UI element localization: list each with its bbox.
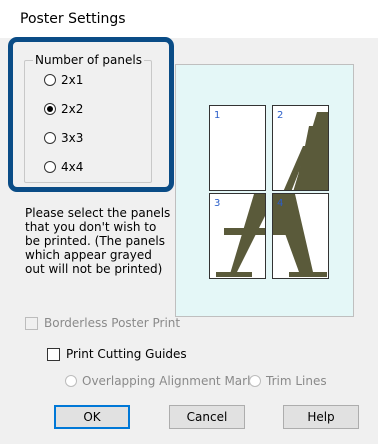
ok-button[interactable]: OK bbox=[54, 405, 130, 429]
help-button[interactable]: Help bbox=[283, 405, 359, 429]
window-title: Poster Settings bbox=[20, 11, 126, 27]
panel-number: 1 bbox=[214, 110, 221, 121]
overlapping-alignment-marks-radio[interactable]: Overlapping Alignment Marks bbox=[65, 373, 260, 389]
checkbox-label: Borderless Poster Print bbox=[44, 316, 181, 330]
print-cutting-guides-checkbox[interactable]: Print Cutting Guides bbox=[47, 346, 187, 362]
panel-number: 2 bbox=[277, 110, 284, 121]
checkbox-label: Print Cutting Guides bbox=[66, 347, 187, 361]
preview-panel-4[interactable]: 4 bbox=[272, 193, 329, 279]
preview-panel-3[interactable]: 3 bbox=[209, 193, 266, 279]
panel-number: 4 bbox=[277, 198, 284, 209]
checkbox-box[interactable] bbox=[47, 347, 60, 361]
trim-lines-radio[interactable]: Trim Lines bbox=[249, 373, 327, 389]
radio-label: Overlapping Alignment Marks bbox=[82, 374, 261, 388]
radio-circle[interactable] bbox=[249, 375, 261, 387]
cancel-button[interactable]: Cancel bbox=[169, 405, 245, 429]
preview-panel-1[interactable]: 1 bbox=[209, 105, 266, 191]
preview-panel-2[interactable]: 2 bbox=[272, 105, 329, 191]
radio-circle[interactable] bbox=[65, 375, 77, 387]
poster-preview: 1 2 3 4 bbox=[175, 64, 354, 317]
checkbox-box[interactable] bbox=[25, 316, 38, 330]
title-bar: Poster Settings bbox=[0, 0, 378, 39]
borderless-poster-print-checkbox[interactable]: Borderless Poster Print bbox=[25, 315, 180, 331]
panel-number: 3 bbox=[214, 198, 221, 209]
instructions-text: Please select the panels that you don't … bbox=[25, 206, 171, 276]
radio-label: Trim Lines bbox=[266, 374, 327, 388]
callout-highlight bbox=[8, 37, 174, 192]
